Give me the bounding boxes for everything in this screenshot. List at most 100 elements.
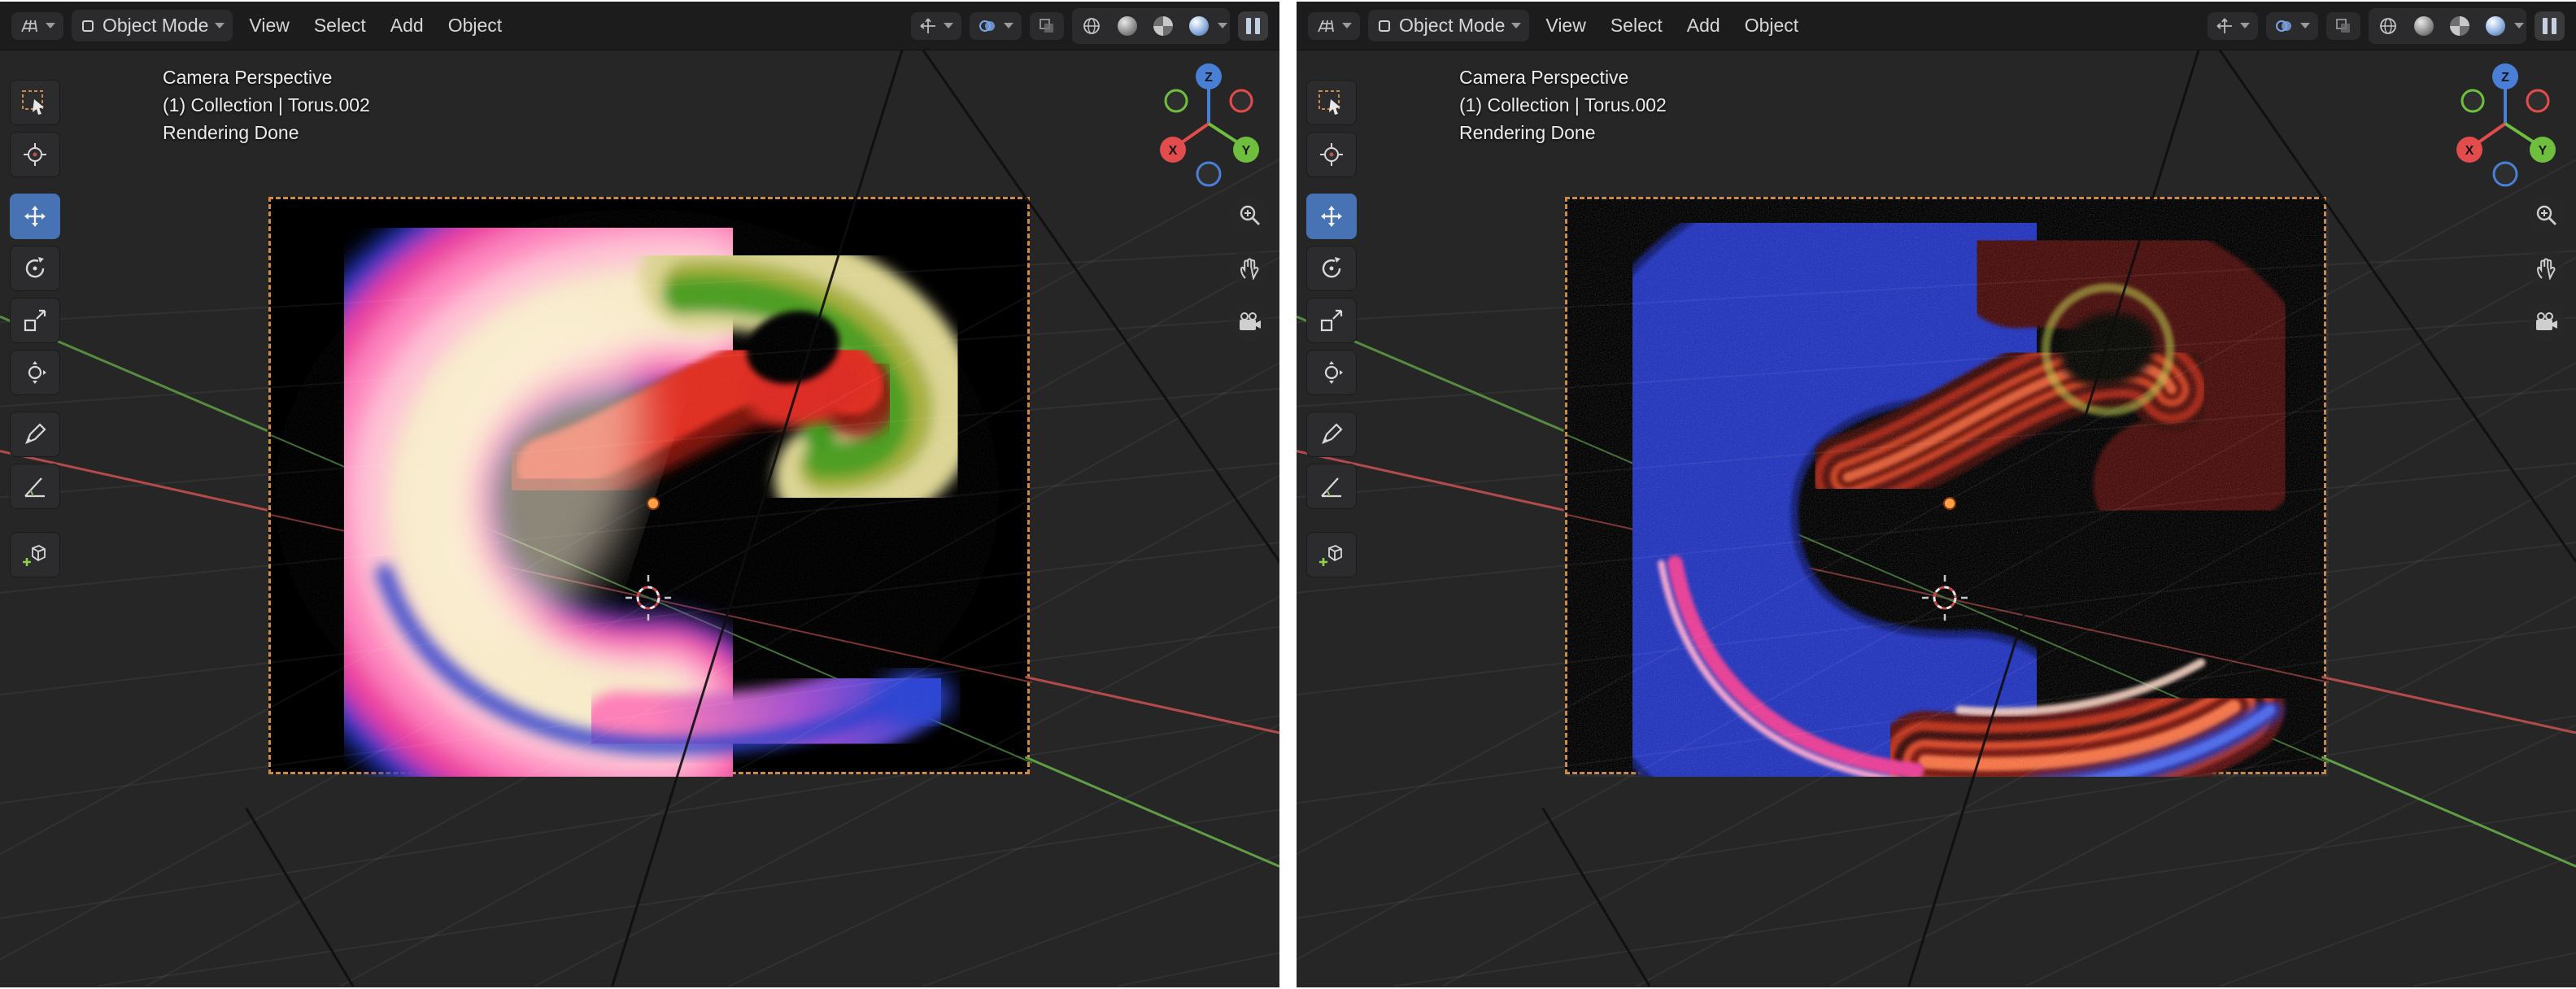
- shading-mode-segment: [1072, 8, 1230, 44]
- tool-scale[interactable]: [1306, 298, 1357, 343]
- tool-rotate[interactable]: [10, 246, 60, 291]
- shading-material-button[interactable]: [1146, 11, 1180, 41]
- menu-object[interactable]: Object: [440, 10, 510, 41]
- tool-rotate[interactable]: [1306, 246, 1357, 291]
- tool-annotate[interactable]: [1306, 412, 1357, 457]
- menu-view[interactable]: View: [241, 10, 297, 41]
- tool-move[interactable]: [10, 194, 60, 239]
- gizmos-icon: [919, 17, 937, 35]
- viewport-nav-buttons: [2526, 195, 2565, 342]
- chevron-down-icon: [1511, 23, 1521, 28]
- menu-view[interactable]: View: [1537, 10, 1593, 41]
- axis-y-label: Y: [1242, 144, 1251, 158]
- material-preview-sphere-icon: [1153, 16, 1173, 36]
- shading-solid-button[interactable]: [2407, 11, 2441, 41]
- toggle-xray-button[interactable]: [1030, 12, 1064, 40]
- navigation-gizmo[interactable]: Z X Y: [1145, 44, 1272, 211]
- axis-neg-x-ball[interactable]: [1231, 90, 1252, 111]
- pause-icon: [1255, 18, 1260, 34]
- shading-options-chevron-icon[interactable]: [2514, 23, 2524, 28]
- zoom-button[interactable]: [2526, 195, 2565, 234]
- tool-measure[interactable]: [10, 464, 60, 509]
- shading-rendered-button[interactable]: [2478, 11, 2513, 41]
- navigation-gizmo[interactable]: Z X Y: [2442, 44, 2569, 211]
- view-label: Camera Perspective: [163, 63, 370, 91]
- show-overlays-button[interactable]: [2266, 12, 2318, 40]
- viewport-3d[interactable]: [1297, 2, 2576, 987]
- show-gizmos-button[interactable]: [2208, 12, 2258, 40]
- shading-options-chevron-icon[interactable]: [1218, 23, 1227, 28]
- pan-button[interactable]: [1230, 249, 1269, 288]
- editor-type-button[interactable]: [11, 12, 63, 40]
- tool-shelf: [1306, 80, 1357, 577]
- axis-neg-y-ball[interactable]: [1166, 90, 1187, 111]
- menu-select[interactable]: Select: [306, 10, 374, 41]
- transform-tool-icon: [1319, 359, 1345, 386]
- menu-select[interactable]: Select: [1602, 10, 1671, 41]
- menu-add[interactable]: Add: [1679, 10, 1728, 41]
- axis-x-ball[interactable]: X: [2456, 137, 2482, 163]
- hand-icon: [2535, 257, 2557, 280]
- viewport-panel: Object Mode View Select Add Object: [0, 2, 1279, 987]
- shading-wireframe-button[interactable]: [1074, 11, 1109, 41]
- shading-solid-button[interactable]: [1110, 11, 1144, 41]
- chevron-down-icon: [1004, 23, 1013, 28]
- chevron-down-icon: [215, 23, 224, 28]
- mode-label: Object Mode: [102, 15, 208, 37]
- tool-select-box[interactable]: [1306, 80, 1357, 125]
- tool-transform[interactable]: [1306, 350, 1357, 395]
- rendered-sphere-icon: [2486, 16, 2505, 36]
- tool-cursor[interactable]: [10, 132, 60, 177]
- toggle-xray-button[interactable]: [2326, 12, 2360, 40]
- mode-label: Object Mode: [1399, 15, 1505, 37]
- shading-material-button[interactable]: [2443, 11, 2477, 41]
- scale-tool-icon: [1319, 307, 1345, 333]
- add-cube-icon: [1318, 542, 1345, 568]
- axis-neg-z-ball[interactable]: [1197, 163, 1220, 185]
- camera-view-button[interactable]: [2526, 303, 2565, 342]
- shading-rendered-button[interactable]: [1182, 11, 1216, 41]
- xray-icon: [1038, 17, 1056, 35]
- viewport-3d[interactable]: [0, 2, 1279, 987]
- zoom-button[interactable]: [1230, 195, 1269, 234]
- axis-x-ball[interactable]: X: [1160, 137, 1186, 163]
- tool-scale[interactable]: [10, 298, 60, 343]
- mode-dropdown[interactable]: Object Mode: [72, 10, 233, 41]
- show-overlays-button[interactable]: [970, 12, 1022, 40]
- tool-transform[interactable]: [10, 350, 60, 395]
- axis-neg-y-ball[interactable]: [2462, 90, 2483, 111]
- axis-z-ball[interactable]: Z: [1196, 63, 1222, 89]
- tool-cursor[interactable]: [1306, 132, 1357, 177]
- menu-add[interactable]: Add: [382, 10, 432, 41]
- camera-view-button[interactable]: [1230, 303, 1269, 342]
- menu-object[interactable]: Object: [1737, 10, 1807, 41]
- pause-render-button[interactable]: [1238, 11, 1268, 41]
- axis-neg-x-ball[interactable]: [2527, 90, 2548, 111]
- tool-move[interactable]: [1306, 194, 1357, 239]
- pause-icon: [2543, 18, 2548, 34]
- axis-y-ball[interactable]: Y: [1233, 137, 1259, 163]
- pan-button[interactable]: [2526, 249, 2565, 288]
- scale-tool-icon: [22, 307, 48, 333]
- tool-add-cube[interactable]: [1306, 532, 1357, 577]
- move-tool-icon: [1319, 203, 1345, 229]
- object-origin-dot: [647, 498, 659, 509]
- shading-wireframe-button[interactable]: [2371, 11, 2405, 41]
- tool-measure[interactable]: [1306, 464, 1357, 509]
- tool-select-box[interactable]: [10, 80, 60, 125]
- axis-x-label: X: [2465, 144, 2474, 158]
- editor-type-button[interactable]: [1308, 12, 1360, 40]
- axis-y-ball[interactable]: Y: [2530, 137, 2556, 163]
- mode-dropdown[interactable]: Object Mode: [1368, 10, 1529, 41]
- viewport-panel: Object Mode View Select Add Object: [1297, 2, 2576, 987]
- axis-neg-z-ball[interactable]: [2494, 163, 2517, 185]
- axis-z-ball[interactable]: Z: [2492, 63, 2518, 89]
- tool-annotate[interactable]: [10, 412, 60, 457]
- panel-divider[interactable]: [1285, 2, 1291, 987]
- tool-shelf: [10, 80, 60, 577]
- wireframe-sphere-icon: [2378, 16, 2398, 36]
- magnifier-plus-icon: [2535, 203, 2557, 226]
- show-gizmos-button[interactable]: [911, 12, 961, 40]
- pause-render-button[interactable]: [2535, 11, 2565, 41]
- tool-add-cube[interactable]: [10, 532, 60, 577]
